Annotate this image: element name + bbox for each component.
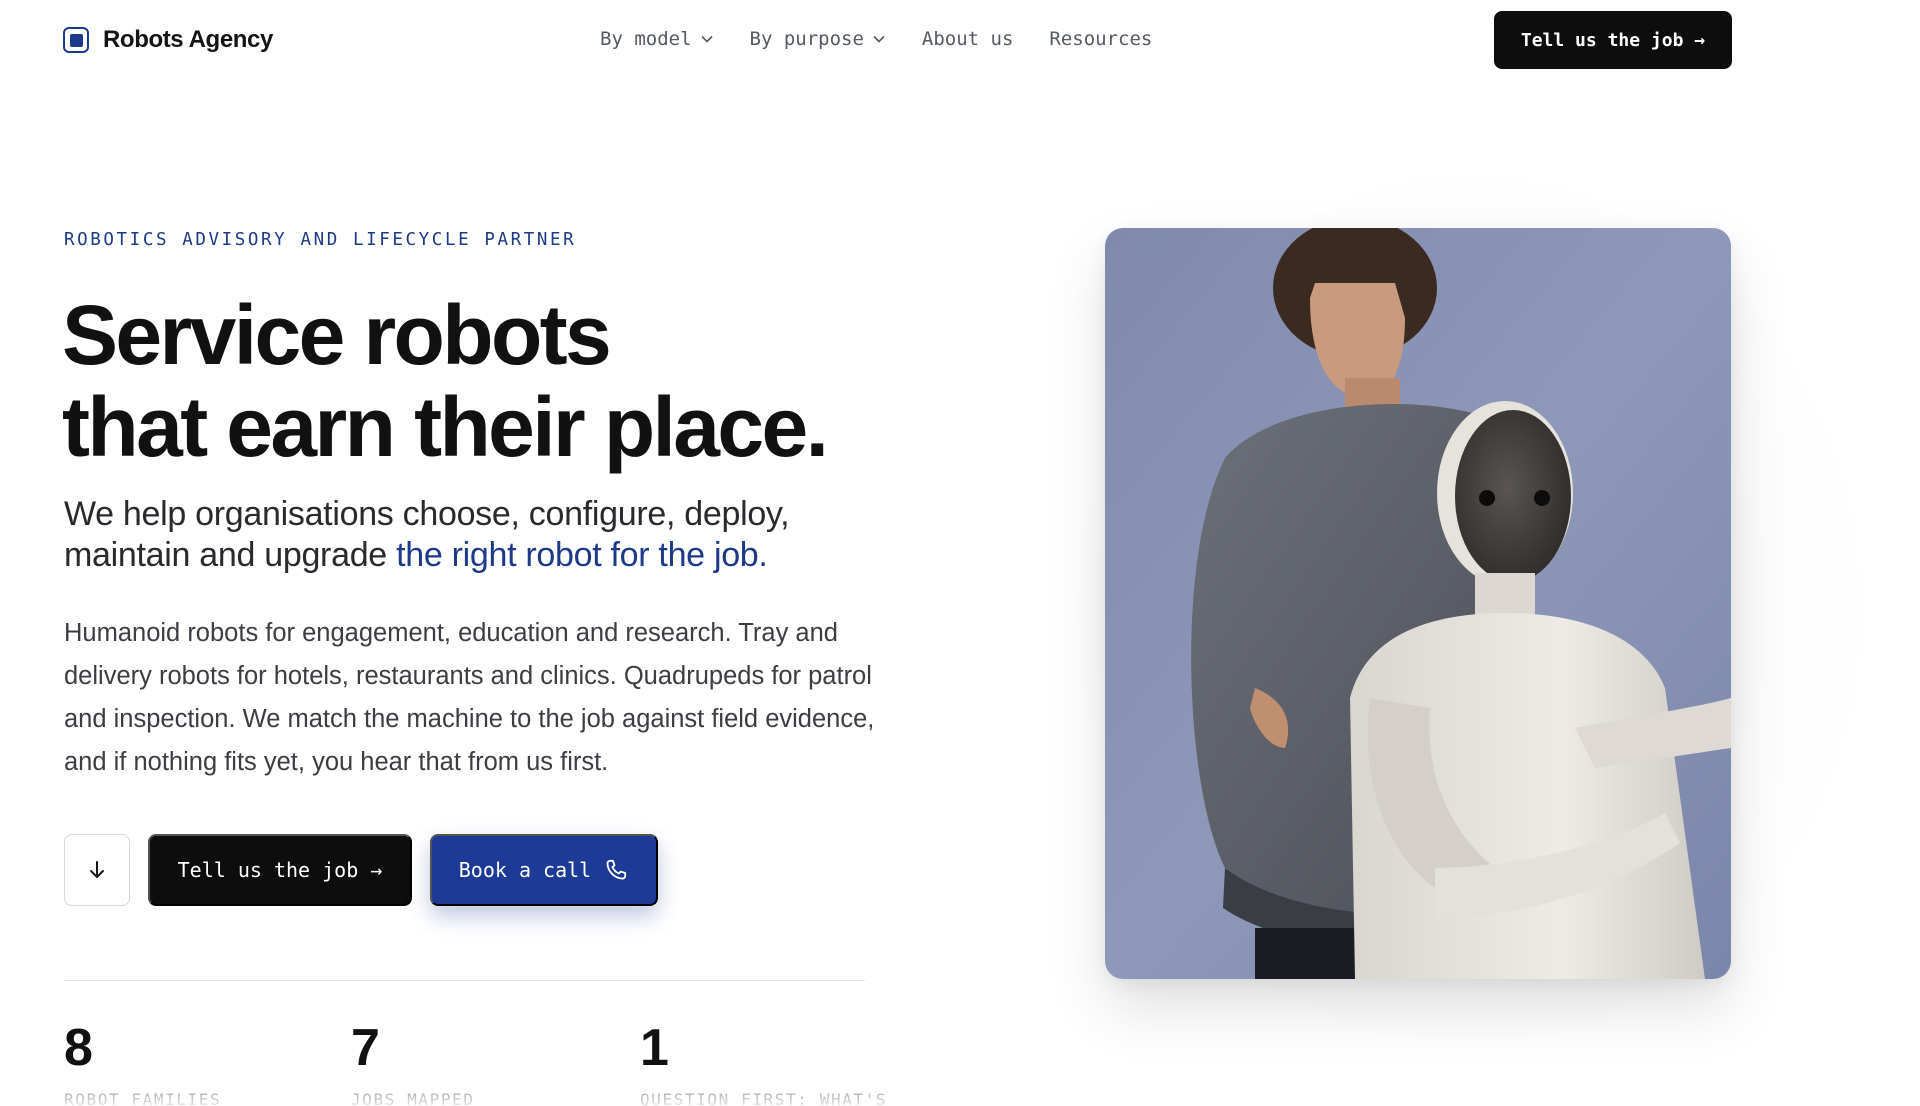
stat-label: JOBS MAPPED (351, 1090, 475, 1106)
stat-jobs-mapped: 7 JOBS MAPPED (351, 1018, 475, 1106)
nav-item-label: By purpose (749, 28, 864, 50)
top-navigation: Robots Agency By model By purpose About … (0, 0, 1920, 82)
button-label: Tell us the job → (177, 858, 383, 882)
nav-item-by-purpose[interactable]: By purpose (750, 28, 886, 50)
tell-us-the-job-button[interactable]: Tell us the job → (148, 834, 412, 906)
brand-logo-link[interactable]: Robots Agency (63, 26, 273, 54)
hero-illustration (1105, 228, 1731, 979)
stat-value: 1 (640, 1019, 669, 1077)
stats-divider (64, 980, 865, 981)
nav-item-resources[interactable]: Resources (1049, 28, 1152, 50)
stat-question-first: 1 QUESTION FIRST: WHAT'S (640, 1018, 887, 1106)
scroll-down-button[interactable] (64, 834, 130, 906)
chevron-down-icon (700, 35, 713, 43)
nav-item-by-model[interactable]: By model (600, 28, 714, 50)
hero-headline: Service robots that earn their place. (62, 289, 902, 473)
nav-item-label: About us (921, 28, 1014, 50)
stat-label: QUESTION FIRST: WHAT'S (640, 1090, 888, 1106)
stat-robot-families: 8 ROBOT FAMILIES (64, 1018, 221, 1106)
stat-value: 8 (64, 1019, 93, 1077)
headline-line-2: that earn their place. (62, 380, 829, 474)
nav-item-label: Resources (1049, 28, 1153, 50)
robot-logo-icon (63, 27, 89, 53)
chevron-down-icon (873, 35, 885, 43)
hero-lead: We help organisations choose, configure,… (64, 494, 884, 576)
hero-body-copy: Humanoid robots for engagement, educatio… (64, 619, 875, 776)
hero-photo-person-with-humanoid-robot (1105, 228, 1731, 979)
lead-accent-text: the right robot for the job. (396, 536, 768, 574)
nav-item-about-us[interactable]: About us (922, 28, 1014, 50)
headline-line-1: Service robots (62, 288, 612, 382)
stat-value: 7 (351, 1019, 380, 1077)
book-a-call-button[interactable]: Book a call (430, 834, 658, 906)
button-label: Book a call (458, 858, 592, 882)
hero-eyebrow: ROBOTICS ADVISORY AND LIFECYCLE PARTNER (64, 230, 577, 250)
nav-tell-us-the-job-button[interactable]: Tell us the job → (1494, 11, 1732, 69)
nav-item-label: By model (600, 28, 692, 50)
arrow-down-icon (90, 861, 104, 878)
brand-name: Robots Agency (103, 26, 273, 53)
main-menu: By model By purpose About us Resources (600, 28, 1152, 50)
hero-actions: Tell us the job → Book a call (64, 834, 658, 906)
stat-label: ROBOT FAMILIES (64, 1090, 222, 1106)
phone-icon (606, 859, 627, 880)
